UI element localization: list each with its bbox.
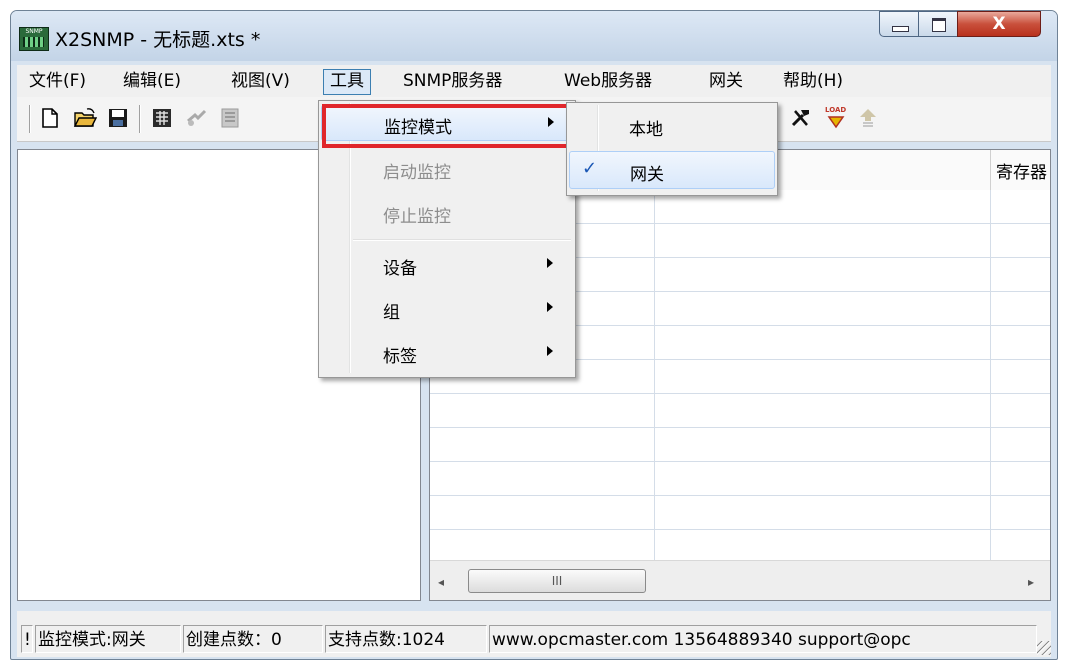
scroll-left-icon[interactable]: ◂ — [438, 575, 444, 589]
menu-item-label: 设备 — [383, 259, 417, 279]
device-icon[interactable] — [151, 107, 173, 129]
upload-icon — [857, 107, 879, 129]
minimize-icon — [892, 26, 909, 32]
menu-item-device[interactable]: 设备 — [321, 247, 573, 283]
tools-icon[interactable] — [789, 107, 811, 129]
app-icon: SNMP — [19, 27, 49, 51]
grid-column-register[interactable]: 寄存器 — [996, 158, 1047, 183]
submenu-item-gateway[interactable]: ✓ 网关 — [569, 151, 775, 189]
menu-file[interactable]: 文件(F) — [23, 69, 92, 93]
maximize-icon — [932, 18, 946, 32]
submenu-item-label: 网关 — [630, 165, 664, 185]
menu-help[interactable]: 帮助(H) — [777, 69, 849, 93]
menu-snmp-server[interactable]: SNMP服务器 — [397, 69, 508, 93]
menu-item-label: 组 — [383, 303, 400, 323]
status-supported-points: 支持点数:1024 — [325, 625, 487, 653]
status-created-points: 创建点数：0 — [183, 625, 323, 653]
save-icon[interactable] — [107, 107, 129, 129]
new-icon[interactable] — [39, 107, 61, 129]
status-contact: www.opcmaster.com 13564889340 support@op… — [489, 625, 1037, 653]
connect-icon — [185, 107, 207, 129]
menu-tools[interactable]: 工具 — [323, 69, 371, 95]
submenu-arrow-icon — [547, 258, 553, 268]
status-indicator: ! — [21, 625, 33, 653]
menu-gateway[interactable]: 网关 — [703, 69, 749, 93]
open-folder-icon[interactable] — [73, 107, 98, 129]
resize-grip[interactable] — [1037, 641, 1051, 655]
menu-item-tag[interactable]: 标签 — [321, 335, 573, 371]
close-icon: X — [992, 14, 1006, 34]
submenu-item-label: 本地 — [629, 120, 663, 140]
checkmark-icon: ✓ — [582, 158, 598, 179]
table-icon — [219, 107, 241, 129]
app-icon-text: SNMP — [25, 28, 43, 35]
minimize-button[interactable] — [879, 11, 919, 37]
window-title: X2SNMP - 无标题.xts * — [55, 29, 261, 51]
scroll-thumb[interactable]: III — [468, 569, 646, 593]
submenu-arrow-icon — [547, 302, 553, 312]
menu-edit[interactable]: 编辑(E) — [117, 69, 187, 93]
load-icon[interactable]: LOAD — [825, 106, 847, 129]
close-button[interactable]: X — [957, 11, 1041, 37]
scroll-right-icon[interactable]: ▸ — [1028, 575, 1034, 589]
menu-bar: 文件(F) 编辑(E) 视图(V) 工具 SNMP服务器 Web服务器 网关 帮… — [17, 65, 1051, 97]
menu-item-stop-monitor: 停止监控 — [321, 195, 573, 231]
maximize-button[interactable] — [918, 11, 958, 37]
menu-item-start-monitor: 启动监控 — [321, 151, 573, 187]
menu-view[interactable]: 视图(V) — [225, 69, 296, 93]
menu-item-group[interactable]: 组 — [321, 291, 573, 327]
menu-item-label: 标签 — [383, 347, 417, 367]
menu-web-server[interactable]: Web服务器 — [558, 69, 658, 93]
status-bar: ! 监控模式:网关 创建点数：0 支持点数:1024 www.opcmaster… — [17, 611, 1051, 657]
submenu-item-local[interactable]: 本地 — [569, 107, 775, 145]
highlight-box — [322, 104, 570, 148]
title-bar[interactable]: SNMP X2SNMP - 无标题.xts * X — [11, 11, 1057, 61]
horizontal-scrollbar[interactable]: ◂ III ▸ — [430, 560, 1050, 600]
submenu-arrow-icon — [547, 346, 553, 356]
status-monitor-mode: 监控模式:网关 — [35, 625, 181, 653]
monitor-mode-submenu: 本地 ✓ 网关 — [566, 102, 778, 196]
menu-item-label: 停止监控 — [383, 207, 451, 227]
menu-item-label: 启动监控 — [383, 163, 451, 183]
